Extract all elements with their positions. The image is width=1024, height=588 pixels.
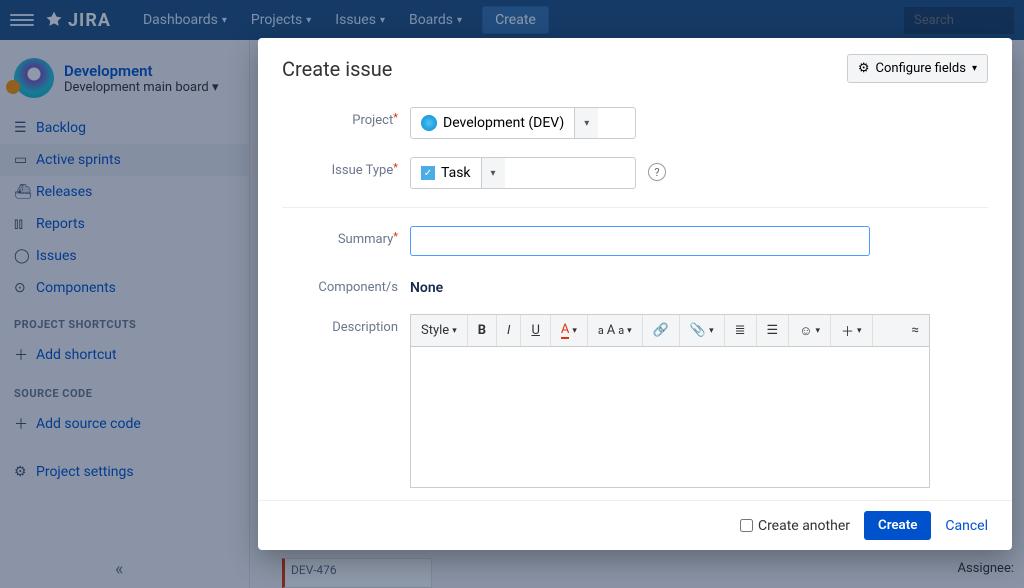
editor-more-format-button[interactable]: aAa ▾ bbox=[588, 315, 643, 346]
description-editor: Style ▾ B I U A ▾ aAa ▾ 🔗 📎 ▾ ≣ ☰ ☺ ▾ ＋ … bbox=[410, 314, 930, 488]
chevron-down-icon[interactable]: ▾ bbox=[481, 158, 505, 188]
editor-bold-button[interactable]: B bbox=[468, 315, 497, 346]
editor-underline-button[interactable]: U bbox=[521, 315, 550, 346]
editor-emoji-button[interactable]: ☺ ▾ bbox=[789, 315, 831, 346]
components-value[interactable]: None bbox=[410, 274, 988, 296]
editor-insert-button[interactable]: ＋ ▾ bbox=[831, 315, 873, 346]
editor-italic-button[interactable]: I bbox=[497, 315, 521, 346]
submit-create-button[interactable]: Create bbox=[864, 511, 931, 540]
project-select[interactable]: Development (DEV) ▾ bbox=[410, 107, 636, 139]
description-label: Description bbox=[282, 314, 410, 488]
cancel-link[interactable]: Cancel bbox=[945, 518, 988, 534]
issuetype-select[interactable]: ✓Task ▾ bbox=[410, 157, 636, 189]
summary-input[interactable] bbox=[410, 226, 870, 256]
chevron-down-icon[interactable]: ▾ bbox=[574, 108, 598, 138]
components-label: Component/s bbox=[282, 274, 410, 296]
editor-bullet-list-button[interactable]: ≣ bbox=[725, 315, 757, 346]
editor-collapse-button[interactable]: ≈ bbox=[902, 315, 929, 346]
help-icon[interactable]: ? bbox=[648, 163, 666, 181]
editor-link-button[interactable]: 🔗 bbox=[643, 315, 680, 346]
create-another-checkbox[interactable]: Create another bbox=[740, 518, 850, 534]
configure-fields-button[interactable]: ⚙ Configure fields ▾ bbox=[847, 54, 988, 83]
editor-numbered-list-button[interactable]: ☰ bbox=[757, 315, 790, 346]
gear-icon: ⚙ bbox=[858, 61, 870, 76]
create-issue-dialog: Create issue ⚙ Configure fields ▾ Projec… bbox=[258, 38, 1012, 550]
editor-textcolor-button[interactable]: A ▾ bbox=[551, 315, 588, 346]
task-icon: ✓ bbox=[421, 166, 435, 180]
editor-attachment-button[interactable]: 📎 ▾ bbox=[680, 315, 725, 346]
description-textarea[interactable] bbox=[411, 347, 929, 487]
dialog-title: Create issue bbox=[282, 57, 847, 81]
project-label: Project* bbox=[282, 107, 410, 139]
editor-style-dropdown[interactable]: Style ▾ bbox=[411, 315, 468, 346]
issuetype-label: Issue Type* bbox=[282, 157, 410, 189]
project-icon bbox=[421, 115, 437, 131]
summary-label: Summary* bbox=[282, 226, 410, 256]
